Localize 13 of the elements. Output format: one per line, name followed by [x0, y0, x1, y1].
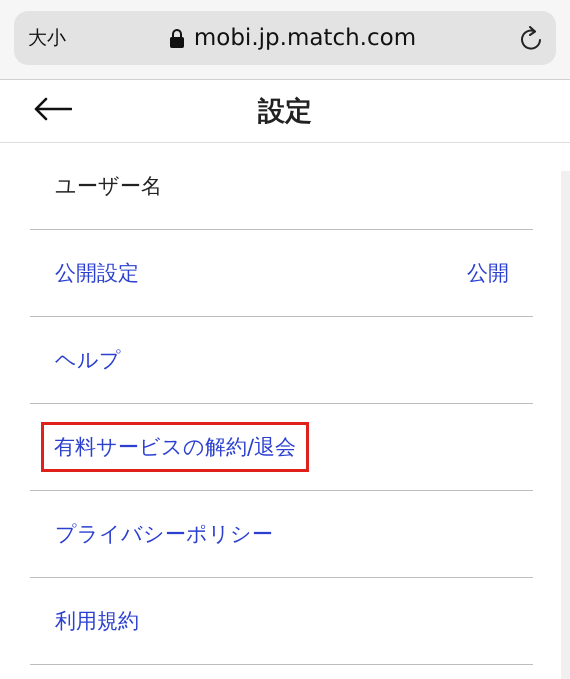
- settings-link[interactable]: ヘルプ: [55, 342, 121, 378]
- page-title: 設定: [258, 95, 312, 129]
- setting-value: 公開: [467, 260, 509, 287]
- address-bar[interactable]: 大小 mobi.jp.match.com: [14, 11, 556, 65]
- settings-label: ユーザー名: [55, 173, 162, 200]
- text-size-button[interactable]: 大小: [28, 25, 66, 51]
- url-text: mobi.jp.match.com: [194, 25, 416, 51]
- settings-link[interactable]: 利用規約: [55, 603, 139, 639]
- settings-link[interactable]: 有料サービスの解約/退会: [44, 425, 306, 469]
- reload-icon[interactable]: [520, 26, 542, 50]
- lock-icon: [170, 28, 184, 48]
- settings-link[interactable]: プライバシーポリシー: [55, 516, 273, 552]
- settings-link[interactable]: 公開設定: [55, 255, 139, 291]
